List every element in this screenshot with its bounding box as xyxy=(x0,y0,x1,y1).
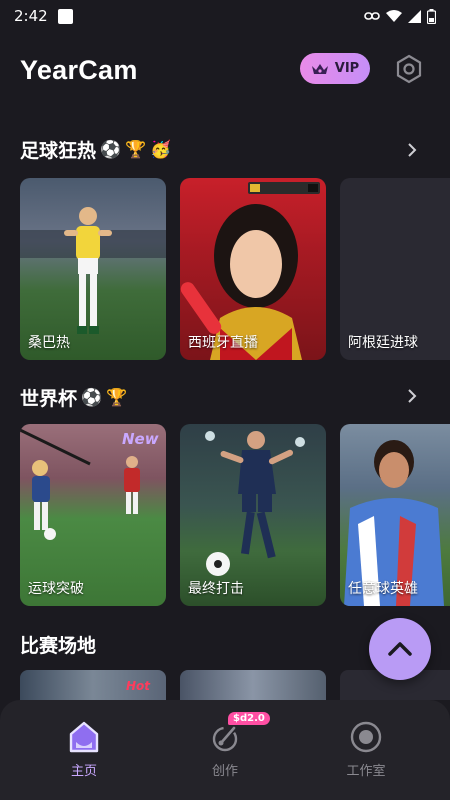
section-title-football-fever: 足球狂热 ⚽ 🏆 🥳 xyxy=(20,136,172,163)
card-label: 运球突破 xyxy=(28,581,84,597)
party-face-icon: 🥳 xyxy=(150,139,172,160)
template-card[interactable]: 最终打击 xyxy=(180,424,326,606)
wifi-icon xyxy=(386,9,402,22)
section-title-text: 比赛场地 xyxy=(20,635,97,657)
studio-icon xyxy=(350,721,382,753)
status-icons xyxy=(364,8,436,24)
notification-icon xyxy=(57,8,73,24)
settings-icon xyxy=(396,54,422,84)
section-title-text: 足球狂热 xyxy=(20,140,97,162)
nav-label: 主页 xyxy=(70,764,97,779)
nav-badge: $d2.0 xyxy=(228,712,270,725)
card-row-football-fever: 桑巴热 西班牙直播 阿根廷进球 xyxy=(0,178,450,360)
card-label: 桑巴热 xyxy=(28,335,70,351)
create-icon xyxy=(212,726,238,752)
section-title-text: 世界杯 xyxy=(20,388,78,410)
trophy-icon: 🏆 xyxy=(125,139,147,160)
card-label: 西班牙直播 xyxy=(188,335,258,351)
soccer-ball-icon: ⚽ xyxy=(100,139,122,160)
app-title: YearCam xyxy=(20,54,138,85)
template-card[interactable]: New 运球突破 xyxy=(20,424,166,606)
battery-icon xyxy=(427,8,436,24)
bottom-nav: 主页 $d2.0 创作 工作室 xyxy=(0,700,450,800)
card-label: 阿根廷进球 xyxy=(348,335,418,351)
section-more-button[interactable] xyxy=(402,140,422,160)
scroll-top-button[interactable] xyxy=(369,618,431,680)
nav-label: 创作 xyxy=(211,764,238,779)
template-card[interactable]: 阿根廷进球 xyxy=(340,178,450,360)
new-badge: New xyxy=(122,430,159,448)
hot-badge: Hot xyxy=(126,679,151,693)
template-card[interactable]: 任意球英雄 xyxy=(340,424,450,606)
template-card[interactable] xyxy=(180,670,326,700)
chevron-right-icon xyxy=(408,143,417,157)
chevron-up-icon xyxy=(388,642,412,656)
trophy-icon: 🏆 xyxy=(106,387,128,408)
template-card[interactable]: 桑巴热 xyxy=(20,178,166,360)
settings-button[interactable] xyxy=(390,50,428,88)
card-label: 任意球英雄 xyxy=(348,581,418,597)
app-header: YearCam VIP xyxy=(0,42,450,98)
crown-icon xyxy=(311,63,328,74)
status-bar: 2:42 xyxy=(0,0,450,32)
soccer-ball-icon: ⚽ xyxy=(81,387,103,408)
home-icon xyxy=(69,721,99,753)
nav-label: 工作室 xyxy=(346,764,386,779)
vip-button[interactable]: VIP xyxy=(300,53,370,84)
nav-item-studio[interactable]: 工作室 xyxy=(321,720,411,779)
nav-item-create[interactable]: $d2.0 创作 xyxy=(180,712,270,779)
card-label: 最终打击 xyxy=(188,581,244,597)
chevron-right-icon xyxy=(408,389,417,403)
signal-icon xyxy=(408,9,421,23)
template-card[interactable]: 西班牙直播 xyxy=(180,178,326,360)
section-title-match-venue: 比赛场地 xyxy=(20,631,96,658)
template-card[interactable]: Hot xyxy=(20,670,166,700)
link-icon xyxy=(364,12,380,20)
section-more-button[interactable] xyxy=(402,386,422,406)
card-row-world-cup: New 运球突破 最终打击 任意球英雄 xyxy=(0,424,450,606)
section-title-world-cup: 世界杯 ⚽ 🏆 xyxy=(20,384,127,411)
nav-item-home[interactable]: 主页 xyxy=(39,720,129,779)
vip-label: VIP xyxy=(334,61,360,76)
status-time: 2:42 xyxy=(14,7,48,25)
